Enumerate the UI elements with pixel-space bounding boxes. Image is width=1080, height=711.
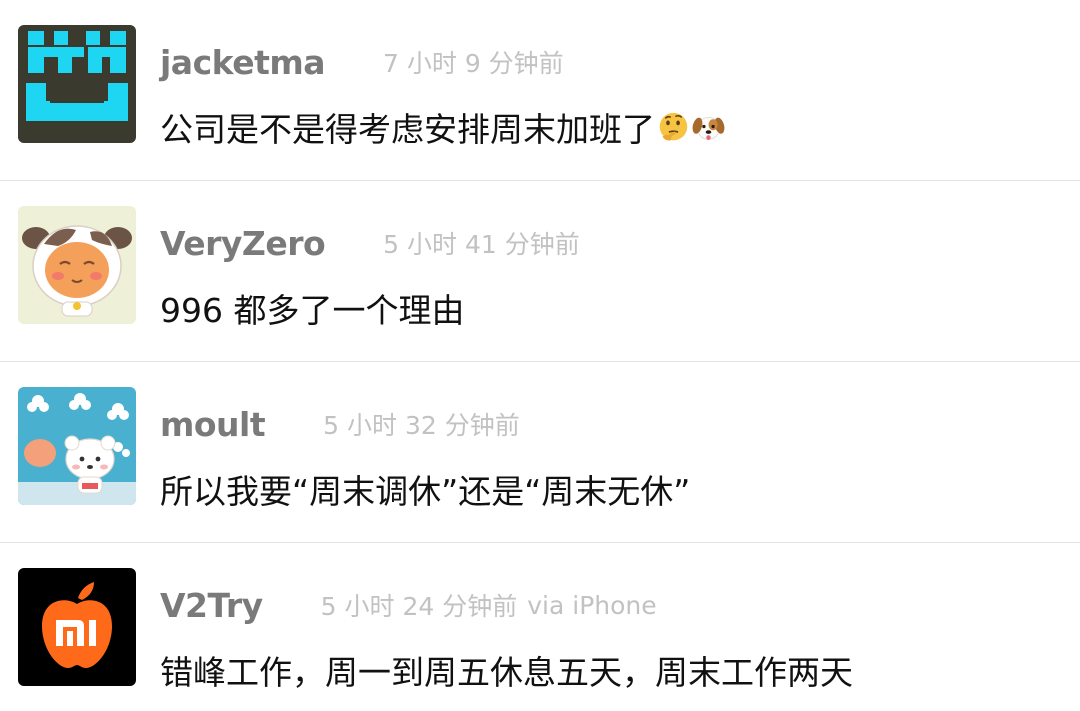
username-link[interactable]: moult <box>160 405 266 444</box>
mi-apple-logo-icon <box>18 568 136 686</box>
comment-list: jacketma 7 小时 9 分钟前 公司是不是得考虑安排周末加班了 Very… <box>0 0 1080 711</box>
comment-meta: VeryZero 5 小时 41 分钟前 <box>160 221 580 265</box>
comment-text: 公司是不是得考虑安排周末加班了 <box>160 110 655 149</box>
pixel-face-avatar[interactable] <box>18 25 136 143</box>
comment-text: 所以我要“周末调休”还是“周末无休” <box>160 472 691 511</box>
comment-content: 所以我要“周末调休”还是“周末无休” <box>160 465 690 513</box>
cartoon-bear-avatar[interactable] <box>18 387 136 505</box>
comment-text: 996 都多了一个理由 <box>160 291 465 330</box>
comment-content: 996 都多了一个理由 <box>160 284 464 332</box>
comment-text: 错峰工作，周一到周五休息五天，周末工作两天 <box>160 653 853 692</box>
dog-face-emoji-icon <box>692 111 725 144</box>
comment-row: jacketma 7 小时 9 分钟前 公司是不是得考虑安排周末加班了 <box>0 0 1080 181</box>
thinking-face-emoji-icon <box>657 111 690 144</box>
timestamp: 5 小时 24 分钟前 <box>320 592 518 621</box>
comment-row: moult 5 小时 32 分钟前 所以我要“周末调休”还是“周末无休” <box>0 362 1080 543</box>
timestamp: 5 小时 32 分钟前 <box>323 411 520 440</box>
comment-meta: jacketma 7 小时 9 分钟前 <box>160 40 564 84</box>
timestamp: 5 小时 41 分钟前 <box>383 230 580 259</box>
comment-row: V2Try 5 小时 24 分钟前 via iPhone 错峰工作，周一到周五休… <box>0 543 1080 711</box>
timestamp: 7 小时 9 分钟前 <box>383 49 564 78</box>
username-link[interactable]: jacketma <box>160 43 326 82</box>
cartoon-cow-avatar[interactable] <box>18 206 136 324</box>
cartoon-cow-icon <box>18 206 136 324</box>
cartoon-bear-icon <box>18 387 136 505</box>
comment-row: VeryZero 5 小时 41 分钟前 996 都多了一个理由 <box>0 181 1080 362</box>
via-device: via iPhone <box>527 590 657 620</box>
username-link[interactable]: VeryZero <box>160 224 326 263</box>
comment-content: 公司是不是得考虑安排周末加班了 <box>160 103 725 151</box>
pixel-face-icon <box>18 25 136 143</box>
comment-meta: moult 5 小时 32 分钟前 <box>160 402 520 446</box>
comment-meta: V2Try 5 小时 24 分钟前 via iPhone <box>160 583 657 627</box>
comment-content: 错峰工作，周一到周五休息五天，周末工作两天 <box>160 646 853 694</box>
username-link[interactable]: V2Try <box>160 586 263 625</box>
mi-apple-logo-avatar[interactable] <box>18 568 136 686</box>
